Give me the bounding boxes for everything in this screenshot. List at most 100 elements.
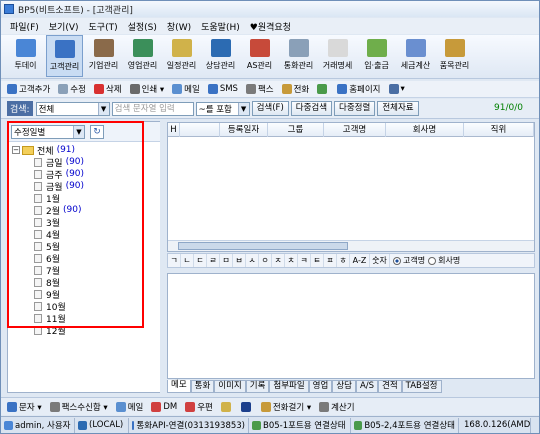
tree-item[interactable]: 1월 [12, 192, 161, 205]
collapse-icon[interactable]: − [12, 146, 20, 154]
multi-sort-button[interactable]: 다중정렬 [334, 101, 376, 116]
ribbon-button[interactable]: 상담관리 [202, 35, 239, 77]
tree-item[interactable]: 10월 [12, 300, 161, 313]
ribbon-button[interactable]: 입·출금 [358, 35, 395, 77]
tree-item[interactable]: 금월 (90) [12, 180, 161, 193]
toolbar-item[interactable]: 팩스 [245, 83, 274, 95]
bottom-item[interactable]: DM [151, 401, 177, 412]
index-key[interactable]: ㅎ [337, 254, 350, 267]
tree-item[interactable]: 금일 (90) [12, 156, 161, 169]
index-key[interactable]: ㅅ [246, 254, 259, 267]
tree-item[interactable]: 11월 [12, 312, 161, 325]
index-key[interactable]: ㄴ [181, 254, 194, 267]
toolbar-item[interactable] [317, 84, 329, 94]
memo-area[interactable] [167, 273, 535, 379]
detail-tab[interactable]: 상담 [332, 380, 356, 393]
bottom-item[interactable]: 우편 [185, 401, 213, 413]
search-input[interactable]: 검색 문자열 입력 [111, 101, 194, 116]
scroll-thumb[interactable] [178, 242, 348, 250]
grid-column-header[interactable]: 회사명 [386, 122, 464, 137]
detail-tab[interactable]: TAB설정 [401, 380, 442, 393]
multi-search-button[interactable]: 다중검색 [290, 101, 333, 116]
index-key[interactable]: ㅂ [233, 254, 246, 267]
index-key[interactable]: ㅋ [298, 254, 311, 267]
bottom-item[interactable] [220, 401, 233, 412]
toolbar-item[interactable]: ▾ [388, 84, 405, 94]
tree-item[interactable]: 5월 [12, 240, 161, 253]
radio-customer-name[interactable]: 고객명 [393, 255, 425, 266]
ribbon-button[interactable]: 일정관리 [163, 35, 200, 77]
index-key[interactable]: ㅌ [311, 254, 324, 267]
search-field-select[interactable]: 전체 ▼ [35, 101, 110, 116]
index-key[interactable]: ㄷ [194, 254, 207, 267]
index-key[interactable]: ㅈ [272, 254, 285, 267]
toolbar-item[interactable]: 수정 [58, 83, 86, 95]
index-key[interactable]: ㅍ [324, 254, 337, 267]
menu-item[interactable]: 도구(T) [84, 20, 123, 33]
detail-tab[interactable]: 영업 [308, 380, 333, 393]
menu-item[interactable]: ♥원격요청 [245, 20, 296, 33]
grid-column-header[interactable]: 그룹 [268, 122, 324, 137]
ribbon-button[interactable]: AS관리 [241, 35, 278, 77]
index-key[interactable]: ㄹ [207, 254, 220, 267]
toolbar-item[interactable]: 인쇄 ▾ [129, 83, 164, 95]
bottom-item[interactable]: 계산기 [319, 401, 355, 413]
tree-root[interactable]: − 전체 (91) [12, 144, 161, 157]
index-key[interactable]: A-Z [350, 254, 370, 267]
index-key[interactable]: ㅊ [285, 254, 298, 267]
bottom-item[interactable]: 전화걸기 ▾ [260, 401, 311, 413]
ribbon-button[interactable]: 통화관리 [280, 35, 317, 77]
tree-item[interactable]: 2월 (90) [12, 204, 161, 217]
tree-item[interactable]: 3월 [12, 216, 161, 229]
grid-column-header[interactable]: 직위 [464, 122, 534, 137]
tree-item[interactable]: 8월 [12, 276, 161, 289]
detail-tab[interactable]: 통화 [190, 380, 215, 393]
tree-item[interactable]: 12월 [12, 324, 161, 337]
detail-tab[interactable]: 기록 [245, 380, 270, 393]
bottom-item[interactable] [240, 401, 253, 412]
bottom-item[interactable]: 팩스수신함 ▾ [49, 401, 108, 413]
tree-item[interactable]: 금주 (90) [12, 168, 161, 181]
toolbar-item[interactable]: 전화 [281, 83, 309, 95]
toolbar-item[interactable]: 고객추가 [7, 83, 50, 95]
grid-column-header[interactable]: 등록일자 [220, 122, 268, 137]
detail-tab[interactable]: 첨부파일 [269, 380, 309, 393]
detail-tab[interactable]: 이미지 [214, 380, 246, 393]
sort-select[interactable]: 수정일별 ▼ [11, 124, 85, 139]
tree-item[interactable]: 4월 [12, 228, 161, 241]
toolbar-item[interactable]: SMS [207, 84, 238, 94]
tree-item[interactable]: 9월 [12, 288, 161, 301]
search-mode-select[interactable]: ~를 포함 ▼ [195, 101, 250, 116]
menu-item[interactable]: 파일(F) [5, 20, 44, 33]
tree-item[interactable]: 7월 [12, 264, 161, 277]
grid-column-header[interactable] [180, 122, 220, 137]
toolbar-item[interactable]: 메일 [172, 83, 200, 95]
detail-tab[interactable]: 견적 [378, 380, 402, 393]
panel-splitter[interactable] [160, 121, 165, 393]
ribbon-button[interactable]: 투데이 [7, 35, 44, 77]
menu-item[interactable]: 보기(V) [44, 20, 84, 33]
radio-company-name[interactable]: 회사명 [428, 255, 460, 266]
ribbon-button[interactable]: 거래명세 [319, 35, 356, 77]
toolbar-item[interactable]: 삭제 [93, 83, 122, 95]
index-key[interactable]: 숫자 [370, 254, 390, 267]
detail-tab[interactable]: 메모 [167, 380, 191, 393]
ribbon-button[interactable]: 영업관리 [124, 35, 161, 77]
refresh-icon[interactable]: ↻ [90, 124, 104, 139]
ribbon-button[interactable]: 품목관리 [436, 35, 473, 77]
ribbon-button[interactable]: 고객관리 [46, 35, 83, 77]
horizontal-scrollbar[interactable] [168, 240, 534, 251]
detail-tab[interactable]: A/S [355, 380, 379, 393]
ribbon-button[interactable]: 세금계산 [397, 35, 434, 77]
search-button[interactable]: 검색(F) [251, 101, 289, 116]
all-data-button[interactable]: 전체자료 [377, 101, 419, 116]
menu-item[interactable]: 설정(S) [123, 20, 162, 33]
grid-column-header[interactable]: 고객명 [324, 122, 386, 137]
toolbar-item[interactable]: 홈페이지 [337, 83, 381, 95]
menu-item[interactable]: 도움말(H) [196, 20, 245, 33]
index-key[interactable]: ㅁ [220, 254, 233, 267]
bottom-item[interactable]: 문자 ▾ [7, 401, 42, 413]
tree-item[interactable]: 6월 [12, 252, 161, 265]
menu-item[interactable]: 창(W) [162, 20, 196, 33]
ribbon-button[interactable]: 기업관리 [85, 35, 122, 77]
